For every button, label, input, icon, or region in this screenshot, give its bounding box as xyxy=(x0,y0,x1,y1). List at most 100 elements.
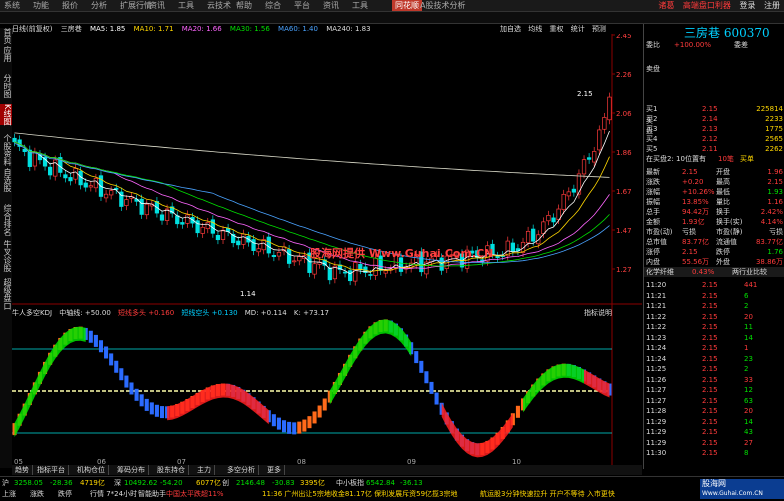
candle-body xyxy=(546,215,551,222)
candle-body xyxy=(576,173,582,195)
indicator-bar xyxy=(104,346,109,359)
bottom-tabs: 趋势 指标平台 机构仓位 筹码分布 股东持仓 主力 多空分析 更多 xyxy=(12,465,642,475)
status-index-value: 3258.05 xyxy=(14,479,43,487)
stat-row: 总市值 83.77亿 流通值 83.77亿 xyxy=(644,237,784,247)
menu-item[interactable]: 平台 xyxy=(294,0,310,11)
stat-value: 2.15 xyxy=(767,178,783,186)
stat-value: 94.42万 xyxy=(682,208,710,216)
period-label[interactable]: 日线(前复权) xyxy=(12,25,52,33)
left-tab[interactable]: 自选股 xyxy=(0,168,12,192)
left-tab[interactable]: 牛叉诊股 xyxy=(0,240,12,272)
candle-body xyxy=(586,157,592,160)
status-tab[interactable]: 上涨 xyxy=(2,489,16,499)
candle-body xyxy=(607,96,612,121)
tick-price: 2.15 xyxy=(702,323,718,331)
candle-body xyxy=(353,262,358,282)
forecast-button[interactable]: 预测 xyxy=(592,25,606,33)
candle-body xyxy=(266,236,271,254)
watermark: 股海网提供 Www.Guhai.Com.CN xyxy=(310,247,494,260)
reweight-button[interactable]: 重权 xyxy=(549,25,563,33)
add-favorite-button[interactable]: 加自选 xyxy=(500,25,521,33)
candle-body xyxy=(73,168,78,180)
price-tick-label: 2.06 xyxy=(616,110,632,118)
industry-name[interactable]: 化学纤维 xyxy=(646,267,674,277)
tick-volume: 2 xyxy=(744,365,749,373)
tick-time: 11:29 xyxy=(646,438,667,447)
menu-item[interactable]: 系统 xyxy=(4,0,20,11)
candle-body xyxy=(271,255,276,258)
menu-item[interactable]: 工具 xyxy=(352,0,368,11)
tab-chips[interactable]: 筹码分布 xyxy=(114,465,149,475)
login-link[interactable]: 登录 xyxy=(739,1,755,10)
menu-item[interactable]: 帮助 xyxy=(236,0,252,11)
tab-institution[interactable]: 机构仓位 xyxy=(74,465,109,475)
link-zhuge[interactable]: 诸葛 xyxy=(658,1,674,10)
sell-label: 卖盘 xyxy=(646,65,660,73)
brand-logo: 同花顺 xyxy=(392,0,422,11)
candle-body xyxy=(297,256,302,262)
left-tab[interactable]: 应用 xyxy=(0,46,12,62)
status-bar: 沪 3258.05 -28.36 4719亿 深 10492.62 -54.20 6077亿创… xyxy=(0,476,784,501)
left-tab[interactable]: 超级盘口 xyxy=(0,278,12,310)
indicator-bar xyxy=(149,402,154,415)
status-tab[interactable]: 跌停 xyxy=(58,489,72,499)
stats-button[interactable]: 统计 xyxy=(571,25,585,33)
status-tab[interactable]: 行情 7*24小时 xyxy=(90,489,137,499)
menu-item[interactable]: 工具 xyxy=(178,0,194,11)
stat-value: 亏损 xyxy=(769,228,783,236)
buy-volume: 2262 xyxy=(765,145,783,153)
left-tab[interactable]: 首页 xyxy=(0,28,12,44)
menu-item[interactable]: 资讯 xyxy=(323,0,339,11)
candle-body xyxy=(124,199,129,206)
candle-body xyxy=(83,182,88,188)
stat-value: 38.86万 xyxy=(755,258,783,266)
menu-item[interactable]: 功能 xyxy=(33,0,49,11)
register-link[interactable]: 注册 xyxy=(764,1,780,10)
menu-item[interactable]: 综合 xyxy=(265,0,281,11)
ma5-label: MA5: 1.85 xyxy=(89,25,126,33)
tick-price: 2.15 xyxy=(702,281,718,289)
indicator-k: K: +73.17 xyxy=(293,309,330,317)
left-tab[interactable]: 分时图 xyxy=(0,74,12,98)
tick-volume: 20 xyxy=(744,407,753,415)
candle-body xyxy=(48,166,53,176)
tab-more[interactable]: 更多 xyxy=(264,465,285,475)
stat-row: 涨停 2.15 跌停 1.76 xyxy=(644,247,784,257)
menu-item[interactable]: 云技术 xyxy=(207,0,231,11)
indicator-help-button[interactable]: 指标说明 xyxy=(584,308,612,318)
left-tab[interactable]: 综合排名 xyxy=(0,204,12,236)
candle-body xyxy=(358,263,363,270)
tab-main-force[interactable]: 主力 xyxy=(194,465,215,475)
tick-volume: 6 xyxy=(744,291,749,300)
tick-row: 11:23 2.15 14 xyxy=(644,333,784,343)
menu-item[interactable]: 报价 xyxy=(62,0,78,11)
stat-row: 金额 1.93亿 换手(实) 4.14% xyxy=(644,217,784,227)
stat-label: 跌停 xyxy=(716,248,730,256)
price-tick-label: 1.86 xyxy=(616,149,632,157)
stat-label: 换手(实) xyxy=(716,218,743,226)
tick-price: 2.15 xyxy=(702,344,718,352)
candle-body xyxy=(88,185,93,188)
status-tab[interactable]: 涨跌 xyxy=(30,489,44,499)
price-tick-label: 1.67 xyxy=(616,188,632,196)
tab-holders[interactable]: 股东持仓 xyxy=(154,465,189,475)
left-tab[interactable]: 个股资料 xyxy=(0,134,12,166)
candle-body xyxy=(510,242,515,252)
tick-row: 11:29 2.15 43 xyxy=(644,427,784,437)
ma-button[interactable]: 均线 xyxy=(528,25,542,33)
menu-item[interactable]: 扩展行情 xyxy=(120,0,152,11)
industry-compare-tab[interactable]: 两行业比较 xyxy=(732,267,767,277)
link-pankou[interactable]: 高端盘口利器 xyxy=(683,1,731,10)
menu-item[interactable]: 资讯 xyxy=(149,0,165,11)
tab-long-short[interactable]: 多空分析 xyxy=(224,465,259,475)
status-tab[interactable]: 智能助手 xyxy=(138,489,166,499)
tab-indicator-platform[interactable]: 指标平台 xyxy=(34,465,69,475)
ma60-label: MA60: 1.40 xyxy=(278,25,318,33)
buy-volume: 225814 xyxy=(756,105,783,113)
indicator-bar xyxy=(98,340,104,353)
left-tab[interactable]: K线图 xyxy=(0,104,12,126)
tab-trend[interactable]: 趋势 xyxy=(12,465,33,475)
status-index-value: -54.20 xyxy=(160,479,183,487)
indicator-name[interactable]: 牛人多空KDJ xyxy=(12,309,52,317)
menu-item[interactable]: 分析 xyxy=(91,0,107,11)
